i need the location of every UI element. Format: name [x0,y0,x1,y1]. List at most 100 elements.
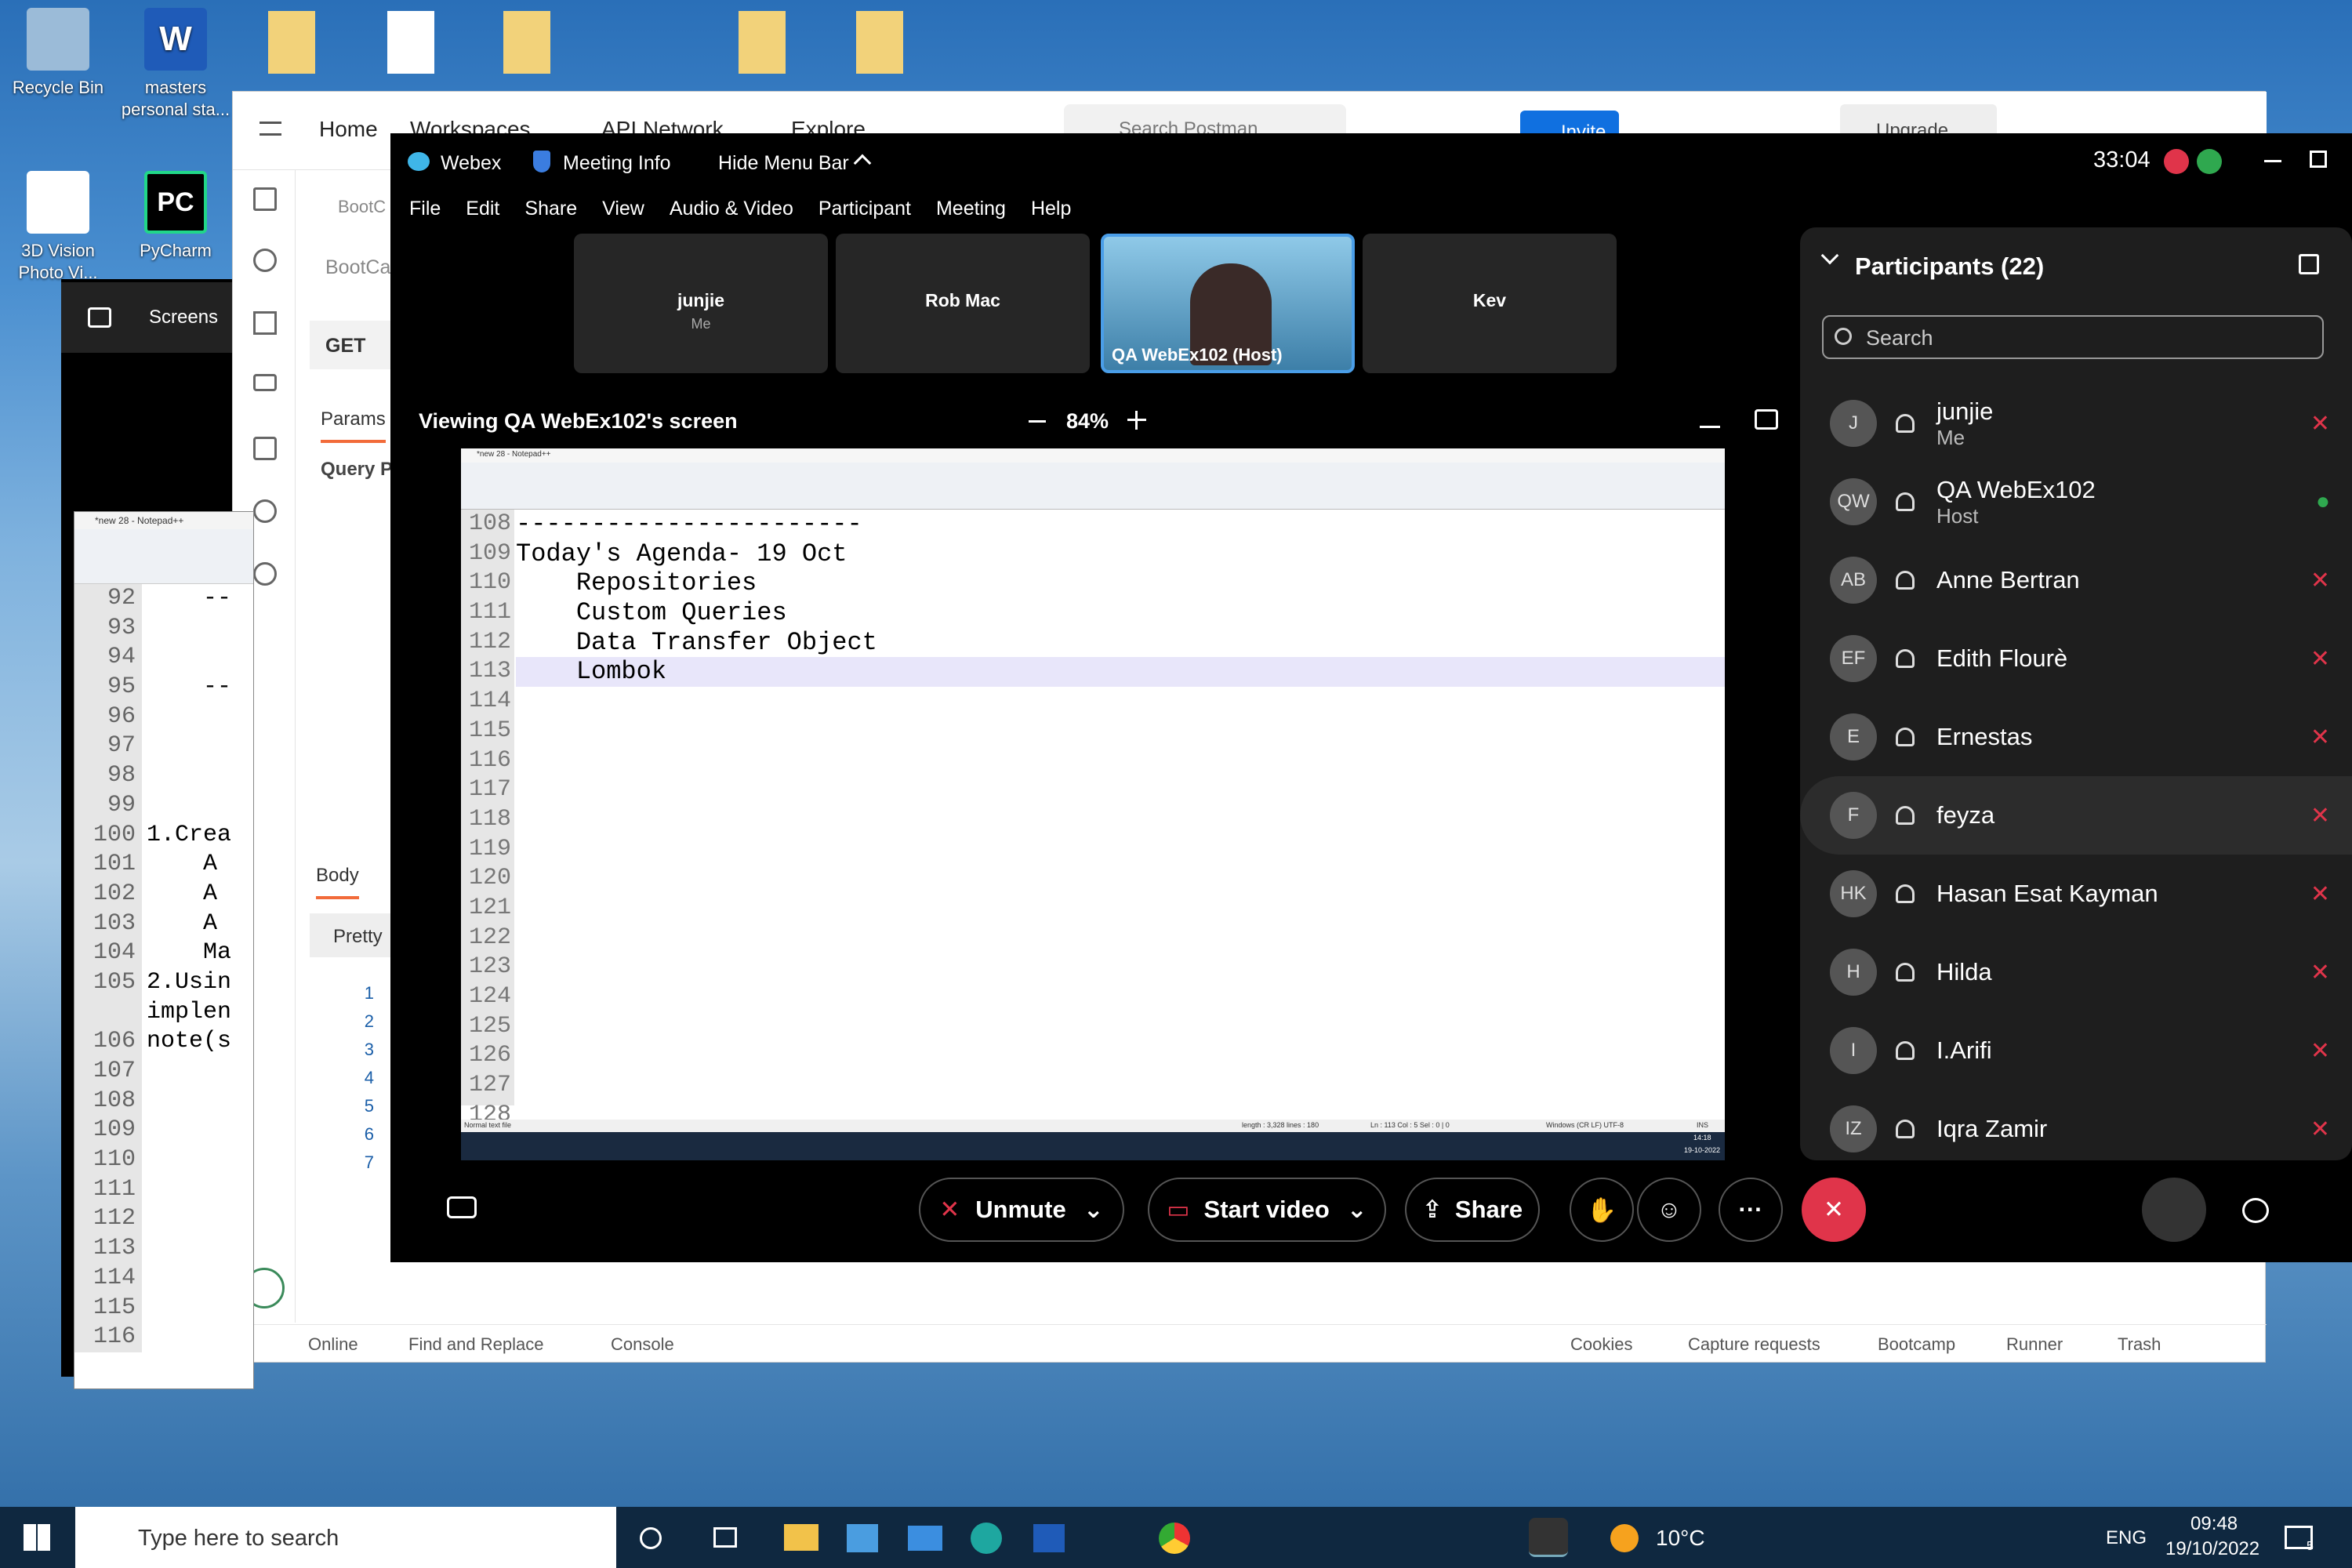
chrome-icon[interactable] [1159,1523,1190,1554]
mic-muted-icon[interactable]: ✕ [2310,959,2330,986]
participant-row[interactable]: IZ Iqra Zamir ✕ [1800,1090,2352,1168]
menu-meeting[interactable]: Meeting [936,198,1006,220]
cookies-button[interactable]: Cookies [1570,1334,1632,1355]
menu-file[interactable]: File [409,198,441,220]
mic-muted-icon[interactable]: ✕ [2310,802,2330,829]
windows-start-icon[interactable] [24,1524,50,1551]
chevron-up-icon[interactable] [853,154,872,172]
start-video-button[interactable]: ▭ Start video ⌄ [1148,1178,1386,1242]
store-icon[interactable] [847,1524,878,1552]
runner-button[interactable]: Runner [2006,1334,2063,1355]
reactions-button[interactable]: ☺ [1637,1178,1701,1242]
webex-window[interactable]: Webex Meeting Info Hide Menu Bar 33:04 F… [390,133,2352,1262]
clock-date[interactable]: 19/10/2022 [2165,1538,2259,1560]
image-icon[interactable] [88,307,111,328]
video-tile-rob-mac[interactable]: Rob Mac [836,234,1090,373]
video-tile-junjie[interactable]: junjie Me [574,234,828,373]
left-notepad-window[interactable]: *new 28 - Notepad++ 92 93 94 95 96 97 98 99 100 1… [74,511,254,1389]
flows-icon[interactable] [253,499,277,523]
desktop-icon-recycle-bin[interactable]: Recycle Bin [3,8,113,99]
body-tab[interactable]: Body [316,865,359,899]
folder-icon[interactable] [739,11,786,74]
maximize-icon[interactable] [2310,151,2327,168]
shared-screen[interactable]: *new 28 - Notepad++ 108 109 110 111 112 113 11… [461,448,1725,1160]
participant-row[interactable]: H Hilda ✕ [1800,933,2352,1011]
task-view-icon[interactable] [713,1527,737,1548]
participant-row[interactable]: QW QA WebEx102 Host ● [1800,463,2352,541]
chevron-down-icon[interactable]: ⌄ [1083,1196,1104,1224]
clock-time[interactable]: 09:48 [2190,1513,2238,1535]
mail-icon[interactable] [908,1526,942,1551]
menu-view[interactable]: View [602,198,644,220]
environments-icon[interactable] [253,311,277,335]
chat-icon[interactable] [2242,1198,2269,1223]
menu-help[interactable]: Help [1031,198,1071,220]
captions-icon[interactable] [447,1196,477,1218]
cortana-icon[interactable] [640,1527,662,1549]
bootcamp-button[interactable]: Bootcamp [1878,1334,1955,1355]
more-options-button[interactable]: ··· [1719,1178,1783,1242]
mic-muted-icon[interactable]: ✕ [2310,645,2330,673]
capture-requests-button[interactable]: Capture requests [1688,1334,1820,1355]
folder-icon[interactable] [268,11,315,74]
hamburger-icon[interactable] [260,122,281,136]
participant-row[interactable]: AB Anne Bertran ✕ [1800,541,2352,619]
request-tab[interactable]: BootC [308,187,402,227]
zoom-in-icon[interactable] [1127,411,1146,430]
chevron-down-icon[interactable]: ⌄ [1347,1196,1367,1224]
desktop-icon-pycharm[interactable]: PC PyCharm [121,171,230,262]
webex-taskbar-icon[interactable] [1529,1518,1568,1557]
unmute-button[interactable]: ✕ Unmute ⌄ [919,1178,1124,1242]
share-button[interactable]: ⇪ Share [1405,1178,1540,1242]
participant-row[interactable]: Ffeyza ✕ [1800,776,2352,855]
zoom-out-icon[interactable] [1029,420,1046,423]
folder-icon[interactable] [856,11,903,74]
folder-icon[interactable] [503,11,550,74]
menu-audio-video[interactable]: Audio & Video [670,198,793,220]
nav-home[interactable]: Home [319,117,378,142]
meeting-info-button[interactable]: Meeting Info [563,152,671,175]
participant-row[interactable]: EF Edith Flourè ✕ [1800,619,2352,698]
participant-row[interactable]: Jjunjie Me ✕ [1800,384,2352,463]
mic-on-icon[interactable]: ● [2316,488,2330,515]
participant-row[interactable]: I I.Arifi ✕ [1800,1011,2352,1090]
file-icon[interactable] [387,11,434,74]
participant-row[interactable]: E Ernestas ✕ [1800,698,2352,776]
video-tile-host[interactable]: QA WebEx102 (Host) [1101,234,1355,373]
share-view-icon[interactable] [1755,409,1778,430]
taskbar-search-box[interactable]: Type here to search [75,1507,616,1568]
file-explorer-icon[interactable] [784,1524,818,1551]
history-icon[interactable] [253,562,277,586]
desktop-icon-3d-vision[interactable]: 3D Vision Photo Vi... [3,171,113,284]
chevron-down-icon[interactable] [1820,246,1839,265]
input-language[interactable]: ENG [2106,1527,2147,1549]
mic-muted-icon[interactable]: ✕ [2310,410,2330,437]
participant-search-input[interactable]: Search [1822,315,2324,359]
mic-muted-icon[interactable]: ✕ [2310,724,2330,751]
mic-muted-icon[interactable]: ✕ [2310,1116,2330,1143]
collections-icon[interactable] [253,187,277,211]
annotate-icon[interactable] [1700,411,1720,428]
trash-button[interactable]: Trash [2118,1334,2161,1355]
hide-menu-bar-button[interactable]: Hide Menu Bar [718,152,849,175]
apis-icon[interactable] [253,249,277,272]
word-icon[interactable] [1033,1524,1065,1552]
menu-edit[interactable]: Edit [466,198,499,220]
mock-servers-icon[interactable] [253,374,277,391]
console-button[interactable]: Console [611,1334,674,1355]
find-replace-button[interactable]: Find and Replace [408,1334,543,1355]
tab-params[interactable]: Params [321,408,386,443]
menu-share[interactable]: Share [524,198,577,220]
monitors-icon[interactable] [253,437,277,460]
edge-icon[interactable] [971,1523,1002,1554]
video-tile-kev[interactable]: Kev [1363,234,1617,373]
desktop-icon-word-doc[interactable]: W masters personal sta... [121,8,230,121]
minimize-icon[interactable] [2264,160,2281,162]
mic-muted-icon[interactable]: ✕ [2310,1037,2330,1065]
raise-hand-button[interactable]: ✋ [1570,1178,1634,1242]
weather-temp[interactable]: 10°C [1656,1526,1705,1551]
status-online[interactable]: Online [308,1334,358,1355]
leave-meeting-button[interactable]: ✕ [1802,1178,1866,1242]
popout-icon[interactable] [2299,254,2319,274]
mic-muted-icon[interactable]: ✕ [2310,880,2330,908]
